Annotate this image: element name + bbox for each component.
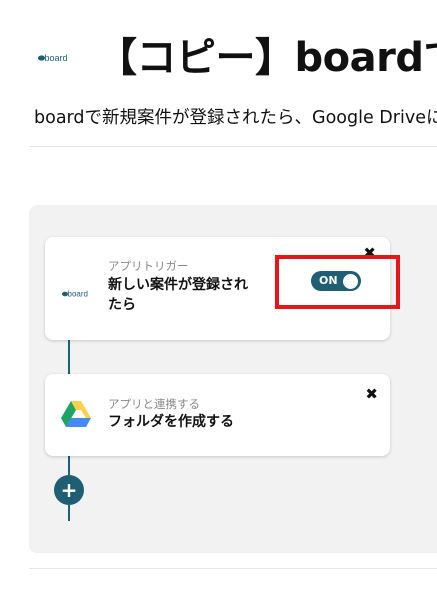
flow-connector bbox=[68, 505, 70, 521]
toggle-knob bbox=[343, 273, 358, 289]
trigger-name: 新しい案件が登録されたら bbox=[108, 277, 248, 313]
page-title: 【コピー】boardで bbox=[97, 35, 437, 81]
flow-description: boardで新規案件が登録されたら、Google Driveに bbox=[34, 108, 437, 128]
toggle-label: ON bbox=[319, 274, 338, 287]
flow-connector bbox=[68, 456, 70, 475]
close-icon[interactable]: ✖ bbox=[365, 386, 378, 402]
board-logo-icon: board bbox=[38, 53, 78, 63]
svg-text:board: board bbox=[45, 53, 68, 63]
google-drive-icon bbox=[61, 400, 91, 427]
trigger-kind-label: アプリトリガー bbox=[108, 259, 189, 273]
divider bbox=[29, 146, 437, 147]
flow-connector bbox=[68, 340, 70, 374]
page: board 【コピー】boardで boardで新規案件が登録されたら、Goog… bbox=[0, 0, 437, 601]
trigger-toggle[interactable]: ON bbox=[311, 271, 361, 291]
svg-text:board: board bbox=[68, 290, 88, 299]
action-kind-label: アプリと連携する bbox=[108, 397, 200, 411]
divider bbox=[29, 568, 437, 569]
close-icon[interactable]: ✖ bbox=[363, 245, 376, 261]
action-name: フォルダを作成する bbox=[108, 414, 234, 430]
board-logo-icon: board bbox=[62, 284, 96, 299]
add-step-button[interactable]: + bbox=[54, 475, 84, 505]
action-card[interactable]: アプリと連携する フォルダを作成する ✖ bbox=[45, 374, 390, 456]
